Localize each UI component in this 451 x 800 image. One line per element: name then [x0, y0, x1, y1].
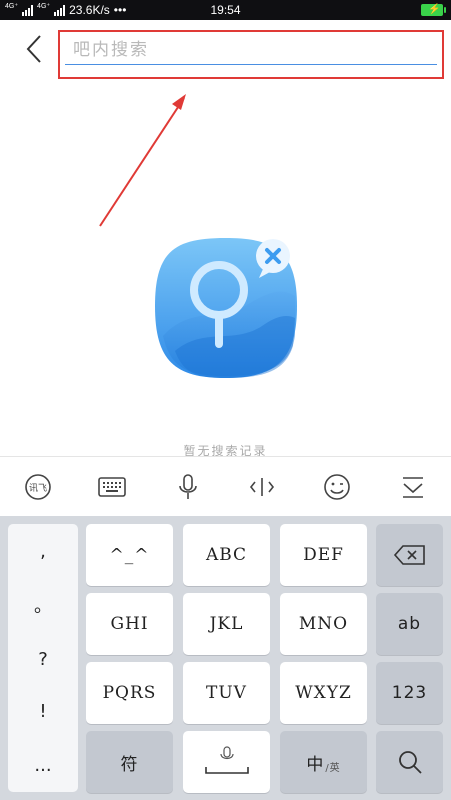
key-mno[interactable]: MNO — [280, 593, 367, 655]
chevron-left-icon — [26, 35, 41, 63]
keyboard-toolbar: 讯飞 — [0, 456, 451, 516]
search-input[interactable] — [65, 36, 437, 65]
back-button[interactable] — [22, 32, 46, 66]
key-def[interactable]: DEF — [280, 524, 367, 586]
svg-text:讯飞: 讯飞 — [29, 483, 47, 494]
hide-keyboard-button[interactable] — [397, 471, 429, 503]
key-language-switch[interactable]: 中/英 — [280, 731, 367, 793]
keyboard-switch-button[interactable] — [96, 471, 128, 503]
key-letters-mode[interactable]: ab — [376, 593, 443, 655]
empty-search-illustration — [145, 226, 315, 391]
backspace-icon — [393, 545, 425, 565]
key-abc[interactable]: ABC — [183, 524, 270, 586]
space-key[interactable] — [183, 731, 270, 793]
backspace-key[interactable] — [376, 524, 443, 586]
emoji-button[interactable] — [321, 471, 353, 503]
key-ghi[interactable]: GHI — [86, 593, 173, 655]
collapse-keyboard-icon — [403, 477, 423, 498]
battery-icon: ⚡ — [421, 4, 446, 16]
t9-keyboard: , 。 ? ! ... ^_^ ABC DEF GHI JKL MNO ab P… — [0, 516, 451, 800]
status-bar: 4G⁺ 4G⁺ 23.6K/s ••• 19:54 ⚡ — [0, 0, 451, 20]
key-symbols[interactable]: 符 — [86, 731, 173, 793]
cursor-move-button[interactable] — [246, 471, 278, 503]
lang-sub-label: /英 — [325, 762, 341, 774]
lang-main-label: 中 — [306, 754, 325, 775]
key-tuv[interactable]: TUV — [183, 662, 270, 724]
space-mic-icon — [204, 746, 249, 774]
voice-input-button[interactable] — [172, 471, 204, 503]
smiley-icon — [324, 474, 350, 500]
magnifier-illustration-icon — [155, 238, 297, 378]
key-emoticon[interactable]: ^_^ — [86, 524, 173, 586]
microphone-icon — [179, 474, 197, 499]
punctuation-column: , 。 ? ! ... — [8, 524, 78, 792]
ifly-logo-icon: 讯飞 — [25, 474, 51, 500]
search-key[interactable] — [376, 731, 443, 793]
punct-key-comma[interactable]: , — [8, 524, 78, 578]
charging-icon: ⚡ — [428, 4, 441, 15]
key-jkl[interactable]: JKL — [183, 593, 270, 655]
punct-key-exclaim[interactable]: ! — [8, 684, 78, 738]
punct-key-question[interactable]: ? — [8, 632, 78, 686]
clock: 19:54 — [210, 3, 241, 17]
punct-key-ellipsis[interactable]: ... — [8, 738, 78, 792]
search-highlight-box — [58, 30, 444, 79]
key-pqrs[interactable]: PQRS — [86, 662, 173, 724]
text-cursor-icon — [249, 478, 275, 496]
key-numbers-mode[interactable]: 123 — [376, 662, 443, 724]
ime-logo-button[interactable]: 讯飞 — [22, 471, 54, 503]
search-icon — [398, 751, 422, 774]
punct-key-period[interactable]: 。 — [8, 578, 78, 632]
key-wxyz[interactable]: WXYZ — [280, 662, 367, 724]
keyboard-icon — [98, 477, 126, 497]
